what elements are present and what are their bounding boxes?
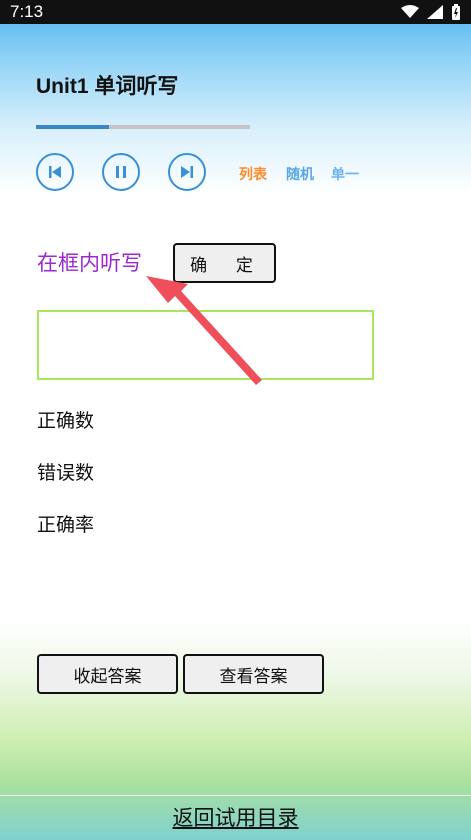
top-sky-background xyxy=(0,0,471,230)
battery-icon xyxy=(452,4,460,20)
playback-progress-bar[interactable] xyxy=(36,125,250,129)
confirm-button[interactable]: 确 定 xyxy=(173,243,276,283)
playback-progress-fill xyxy=(36,125,109,129)
wifi-icon xyxy=(401,5,419,18)
status-bar: 7:13 xyxy=(0,0,471,24)
status-icons xyxy=(401,4,461,20)
previous-button[interactable] xyxy=(36,153,74,191)
pause-button[interactable] xyxy=(102,153,140,191)
collapse-answers-button[interactable]: 收起答案 xyxy=(37,654,178,694)
mode-single-button[interactable]: 单一 xyxy=(331,164,359,184)
accuracy-label: 正确率 xyxy=(37,514,95,536)
view-answers-button[interactable]: 查看答案 xyxy=(183,654,324,694)
mode-random-button[interactable]: 随机 xyxy=(286,164,314,184)
page-title: Unit1 单词听写 xyxy=(36,75,179,98)
correct-count-label: 正确数 xyxy=(37,410,95,432)
skip-next-icon xyxy=(181,166,193,178)
footer-divider xyxy=(0,795,471,796)
pause-icon xyxy=(116,166,126,178)
next-button[interactable] xyxy=(168,153,206,191)
mode-list-button[interactable]: 列表 xyxy=(239,164,267,184)
back-to-catalog-link[interactable]: 返回试用目录 xyxy=(0,802,471,832)
status-time: 7:13 xyxy=(10,2,44,21)
signal-icon xyxy=(427,5,443,19)
skip-previous-icon xyxy=(49,166,61,178)
dictation-prompt: 在框内听写 xyxy=(37,251,142,275)
dictation-input[interactable] xyxy=(37,310,374,380)
wrong-count-label: 错误数 xyxy=(37,462,95,484)
